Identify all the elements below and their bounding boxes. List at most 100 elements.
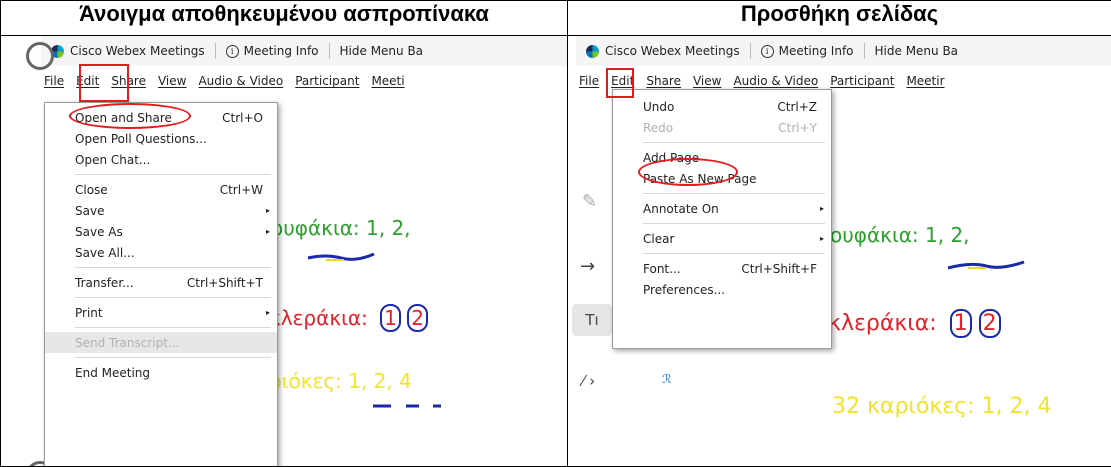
app-title[interactable]: Cisco Webex Meetings xyxy=(41,44,215,58)
wb-line-red-text: κλεράκια: xyxy=(828,311,937,336)
highlight-edit-menu xyxy=(79,64,129,102)
arrow-tool-icon[interactable]: → xyxy=(580,256,595,277)
menu-meeting[interactable]: Meeti xyxy=(365,74,410,88)
menu-separator xyxy=(75,174,271,175)
meeting-info-button[interactable]: i Meeting Info xyxy=(216,44,329,58)
info-icon: i xyxy=(760,44,774,58)
app-title-label: Cisco Webex Meetings xyxy=(605,44,740,58)
menu-separator xyxy=(75,357,271,358)
wb-num-1: 1 xyxy=(949,309,972,338)
menu-item-transfer[interactable]: Transfer... Ctrl+Shift+T xyxy=(45,272,277,293)
menu-audio-video[interactable]: Audio & Video xyxy=(192,74,289,88)
menu-participant[interactable]: Participant xyxy=(824,74,900,88)
menu-item-clear[interactable]: Clear ▸ xyxy=(613,228,831,249)
wb-num-2: 2 xyxy=(407,304,428,332)
submenu-arrow-icon: ▸ xyxy=(265,206,270,215)
menu-item-close[interactable]: Close Ctrl+W xyxy=(45,179,277,200)
wb-ink-dash xyxy=(373,404,441,408)
menu-separator xyxy=(643,193,825,194)
label: Annotate On xyxy=(643,201,719,216)
menu-share[interactable]: Share xyxy=(640,74,687,88)
menu-item-open-poll-questions[interactable]: Open Poll Questions... xyxy=(45,128,277,149)
wb-num-1: 1 xyxy=(380,304,401,332)
menu-file[interactable]: File xyxy=(576,74,605,88)
title-bar: Cisco Webex Meetings i Meeting Info Hide… xyxy=(41,36,567,66)
menu-item-end-meeting[interactable]: End Meeting xyxy=(45,362,277,383)
wb-line-green: ουφάκια: 1, 2, xyxy=(271,216,411,240)
menu-item-print[interactable]: Print ▸ xyxy=(45,302,277,323)
menu-item-font[interactable]: Font... Ctrl+Shift+F xyxy=(613,258,831,279)
meeting-info-button[interactable]: i Meeting Info xyxy=(751,44,864,58)
hide-menu-label: Hide Menu Ba xyxy=(339,44,424,58)
menu-separator xyxy=(75,327,271,328)
menu-item-send-transcript: Send Transcript... xyxy=(45,332,277,353)
label: Print xyxy=(75,305,103,320)
line-tool-icon[interactable]: ⁄ › xyxy=(582,372,595,390)
app-title-label: Cisco Webex Meetings xyxy=(70,44,205,58)
edit-menu-dropdown: Undo Ctrl+Z Redo Ctrl+Y Add Page Paste A… xyxy=(612,89,832,349)
menu-participant[interactable]: Participant xyxy=(289,74,365,88)
wb-ink-scribble xyxy=(947,260,1025,270)
meeting-info-label: Meeting Info xyxy=(243,44,319,58)
menu-audio-video[interactable]: Audio & Video xyxy=(727,74,824,88)
label: Open Poll Questions... xyxy=(75,131,207,146)
right-screenshot-cell: Cisco Webex Meetings i Meeting Info Hide… xyxy=(567,35,1111,467)
menu-item-save-as[interactable]: Save As ▸ xyxy=(45,221,277,242)
shortcut: Ctrl+Y xyxy=(778,120,817,135)
menu-separator xyxy=(643,223,825,224)
file-menu-dropdown: Open and Share Ctrl+O Open Poll Question… xyxy=(44,102,278,466)
title-bar: Cisco Webex Meetings i Meeting Info Hide… xyxy=(576,36,1111,66)
highlighter-tool-icon[interactable]: ℛ xyxy=(662,372,672,386)
left-screenshot-cell: Cisco Webex Meetings i Meeting Info Hide… xyxy=(0,35,568,467)
wb-line-red: κλεράκια: 1 2 xyxy=(269,304,428,332)
menu-file[interactable]: File xyxy=(41,74,70,88)
webex-logo-icon xyxy=(586,44,599,58)
cursor-circle-top xyxy=(26,42,54,70)
wb-ink-scribble xyxy=(307,252,375,261)
wb-line-yellow: 32 καριόκες: 1, 2, 4 xyxy=(832,394,1052,419)
header-add-page: Προσθήκη σελίδας xyxy=(567,0,1111,36)
label: Send Transcript... xyxy=(75,335,180,350)
wb-line-green: ουφάκια: 1, 2, xyxy=(830,223,970,247)
comparison-sheet: Άνοιγμα αποθηκευμένου ασπροπίνακα Προσθή… xyxy=(0,0,1111,467)
label: Save All... xyxy=(75,245,135,260)
menu-item-save-all[interactable]: Save All... xyxy=(45,242,277,263)
menu-view[interactable]: View xyxy=(152,74,192,88)
highlight-open-and-share xyxy=(69,103,191,129)
menu-item-undo[interactable]: Undo Ctrl+Z xyxy=(613,96,831,117)
menu-item-save[interactable]: Save ▸ xyxy=(45,200,277,221)
submenu-arrow-icon: ▸ xyxy=(265,308,270,317)
shortcut: Ctrl+Z xyxy=(777,99,817,114)
hide-menu-bar-button[interactable]: Hide Menu Ba xyxy=(865,44,969,58)
info-icon: i xyxy=(225,44,239,58)
label: Font... xyxy=(643,261,681,276)
menu-item-preferences[interactable]: Preferences... xyxy=(613,279,831,300)
label: Close xyxy=(75,182,108,197)
hide-menu-bar-button[interactable]: Hide Menu Ba xyxy=(330,44,434,58)
menu-view[interactable]: View xyxy=(687,74,727,88)
shortcut: Ctrl+Shift+T xyxy=(186,275,263,290)
highlight-add-page xyxy=(638,158,738,186)
shortcut: Ctrl+Shift+F xyxy=(741,261,817,276)
label: Open Chat... xyxy=(75,152,151,167)
label: Transfer... xyxy=(75,275,134,290)
pen-tool-icon[interactable]: ✎ xyxy=(582,191,597,212)
label: End Meeting xyxy=(75,365,150,380)
menu-meeting[interactable]: Meetir xyxy=(900,74,950,88)
menu-item-open-chat[interactable]: Open Chat... xyxy=(45,149,277,170)
label: Save As xyxy=(75,224,123,239)
webex-window-left: Cisco Webex Meetings i Meeting Info Hide… xyxy=(1,36,567,466)
menu-separator xyxy=(643,142,825,143)
shortcut: Ctrl+W xyxy=(219,182,263,197)
meeting-info-label: Meeting Info xyxy=(778,44,854,58)
text-tool-icon: Tı xyxy=(585,311,599,329)
hide-menu-label: Hide Menu Ba xyxy=(874,44,959,58)
app-title[interactable]: Cisco Webex Meetings xyxy=(576,44,750,58)
highlight-edit-menu xyxy=(606,68,634,98)
label: Preferences... xyxy=(643,282,726,297)
menu-item-redo: Redo Ctrl+Y xyxy=(613,117,831,138)
menu-item-annotate-on[interactable]: Annotate On ▸ xyxy=(613,198,831,219)
webex-window-right: Cisco Webex Meetings i Meeting Info Hide… xyxy=(568,36,1111,466)
text-tool-button[interactable]: Tı xyxy=(572,304,612,336)
label: Redo xyxy=(643,120,674,135)
